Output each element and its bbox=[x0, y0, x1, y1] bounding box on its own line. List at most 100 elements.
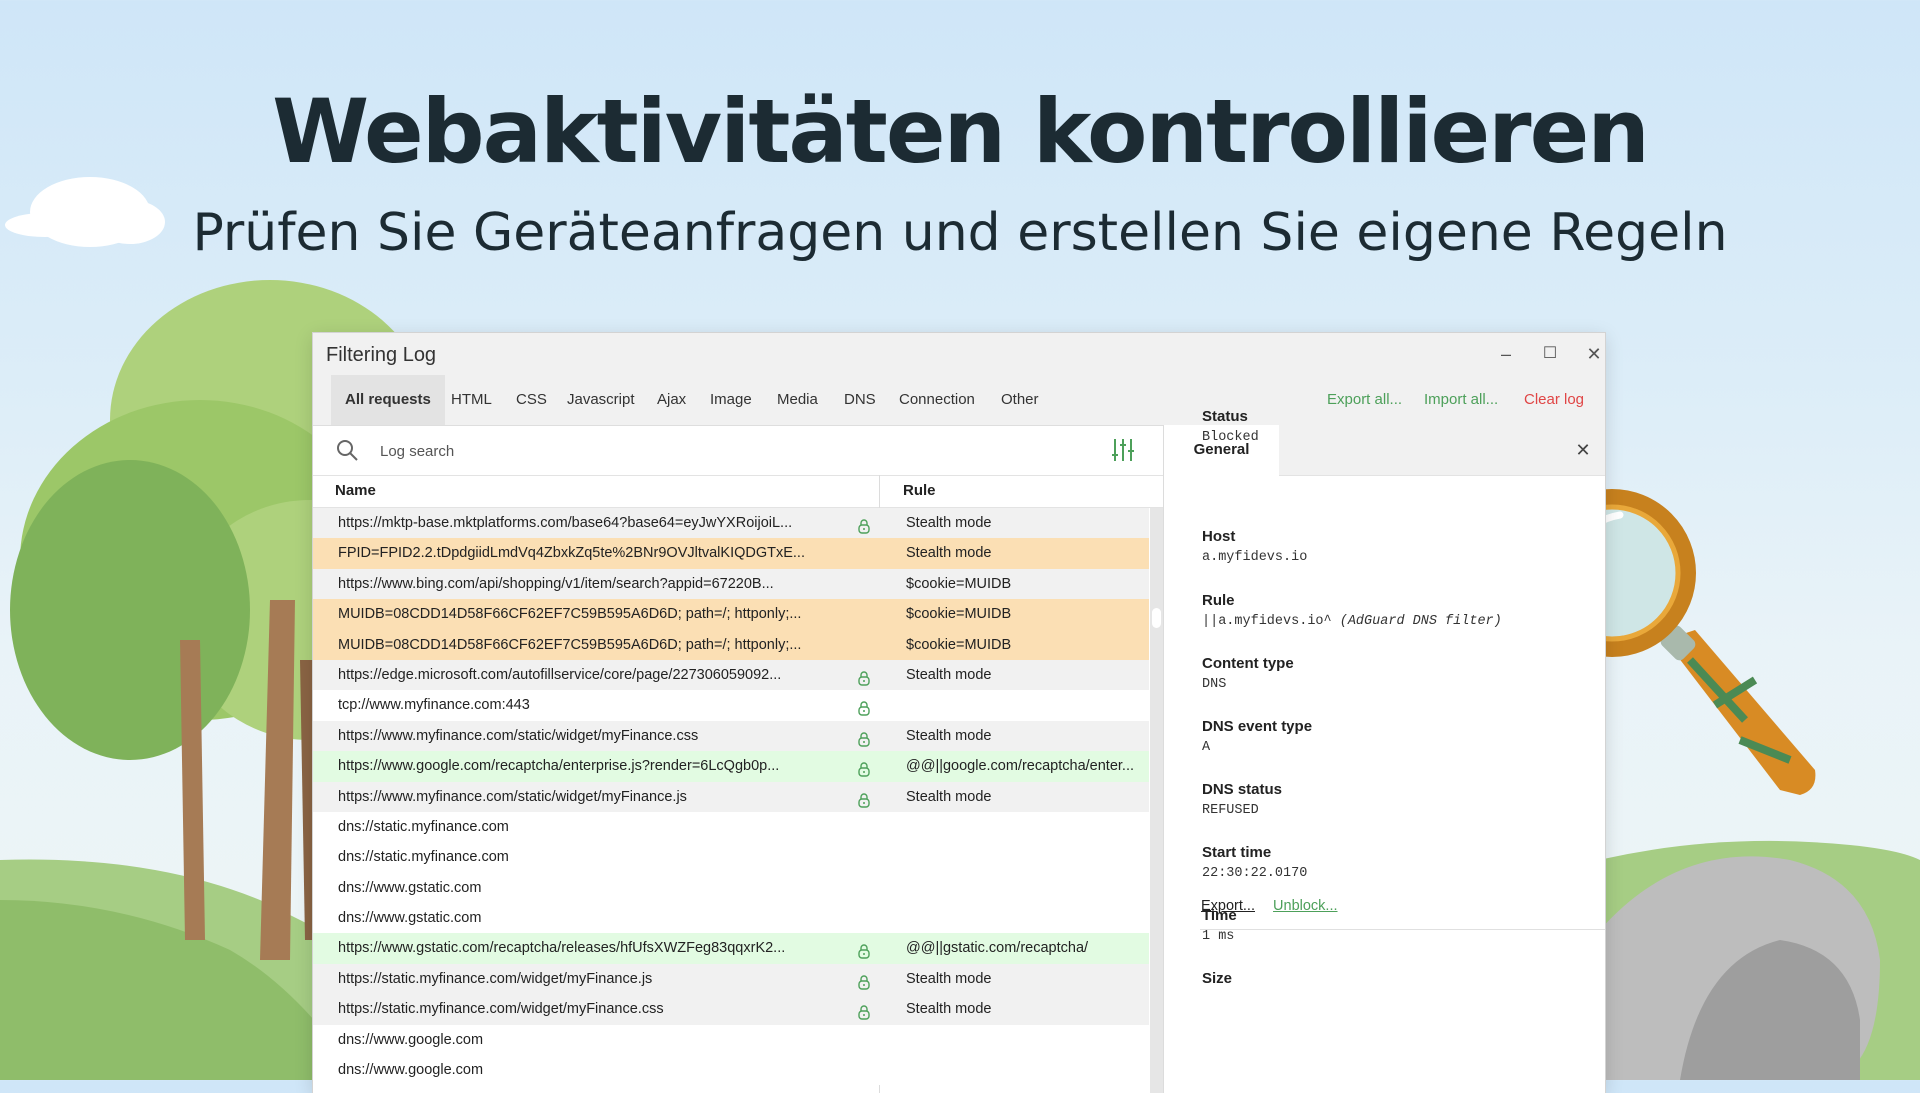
table-row[interactable]: https://static.myfinance.com/widget/myFi… bbox=[313, 994, 1149, 1025]
dns-status-field: DNS status REFUSED bbox=[1202, 781, 1282, 818]
request-rule: Stealth mode bbox=[906, 788, 992, 805]
lock-icon bbox=[856, 1001, 872, 1020]
lock-icon bbox=[856, 667, 872, 686]
dns-status-label: DNS status bbox=[1202, 781, 1283, 798]
search-input[interactable] bbox=[378, 437, 982, 465]
tab-html[interactable]: HTML bbox=[451, 375, 492, 425]
table-row[interactable]: https://www.gstatic.com/recaptcha/releas… bbox=[313, 933, 1149, 964]
table-row[interactable]: dns://static.myfinance.com bbox=[313, 842, 1149, 873]
request-url: dns://www.gstatic.com bbox=[338, 910, 482, 927]
table-row[interactable]: MUIDB=08CDD14D58F66CF62EF7C59B595A6D6D; … bbox=[313, 599, 1149, 630]
host-label: Host bbox=[1202, 528, 1236, 545]
request-rule: Stealth mode bbox=[906, 666, 992, 683]
tab-other[interactable]: Other bbox=[1001, 375, 1039, 425]
tab-image[interactable]: Image bbox=[710, 375, 752, 425]
request-url: https://www.myfinance.com/static/widget/… bbox=[338, 727, 699, 744]
maximize-button[interactable]: ☐ bbox=[1535, 339, 1565, 369]
dns-status-value: REFUSED bbox=[1202, 803, 1259, 818]
table-row[interactable]: MUIDB=08CDD14D58F66CF62EF7C59B595A6D6D; … bbox=[313, 629, 1149, 660]
table-row[interactable]: https://www.google.com/recaptcha/enterpr… bbox=[313, 751, 1149, 782]
start-time-field: Start time 22:30:22.0170 bbox=[1202, 844, 1307, 881]
request-rule: Stealth mode bbox=[906, 727, 992, 744]
scrollbar-thumb[interactable] bbox=[1152, 608, 1161, 628]
table-row[interactable]: dns://www.google.com bbox=[313, 1055, 1149, 1086]
start-time-value: 22:30:22.0170 bbox=[1202, 866, 1308, 881]
request-url: https://mktp-base.mktplatforms.com/base6… bbox=[338, 515, 793, 531]
request-url: dns://static.myfinance.com bbox=[338, 818, 509, 835]
status-value: Blocked bbox=[1202, 430, 1259, 445]
request-url: MUIDB=08CDD14D58F66CF62EF7C59B595A6D6D; … bbox=[338, 636, 802, 653]
table-row[interactable]: dns://static.myfinance.com bbox=[313, 811, 1149, 843]
close-button[interactable]: ✕ bbox=[1579, 339, 1605, 369]
table-row[interactable]: https://mktp-base.mktplatforms.com/base6… bbox=[313, 508, 1149, 539]
request-rule: @@||google.com/recaptcha/enter... bbox=[906, 758, 1135, 775]
request-url: MUIDB=08CDD14D58F66CF62EF7C59B595A6D6D; … bbox=[338, 606, 802, 623]
search-icon bbox=[337, 440, 358, 461]
divider bbox=[1200, 929, 1605, 930]
request-url: dns://www.google.com bbox=[338, 1062, 484, 1079]
request-url: dns://static.myfinance.com bbox=[338, 849, 509, 866]
lock-icon bbox=[856, 789, 872, 808]
table-row[interactable]: https://www.myfinance.com/static/widget/… bbox=[313, 720, 1149, 752]
minimize-button[interactable]: – bbox=[1491, 339, 1521, 369]
dns-event-type-field: DNS event type A bbox=[1202, 718, 1312, 755]
tab-connection[interactable]: Connection bbox=[899, 375, 975, 425]
content-type-field: Content type DNS bbox=[1202, 655, 1294, 692]
status-label: Status bbox=[1202, 408, 1248, 425]
request-url: https://static.myfinance.com/widget/myFi… bbox=[338, 1001, 664, 1018]
dns-event-type-label: DNS event type bbox=[1202, 718, 1313, 735]
tab-media[interactable]: Media bbox=[777, 375, 818, 425]
table-row[interactable]: dns://www.gstatic.com bbox=[313, 872, 1149, 904]
request-url: dns://www.google.com bbox=[338, 1031, 484, 1048]
tab-dns[interactable]: DNS bbox=[844, 375, 876, 425]
tab-ajax[interactable]: Ajax bbox=[657, 375, 686, 425]
tab-all-requests[interactable]: All requests bbox=[331, 375, 445, 425]
time-field: Time 1 ms bbox=[1202, 907, 1237, 944]
request-rule: Stealth mode bbox=[906, 970, 992, 987]
table-header: Name Rule bbox=[313, 475, 1163, 508]
lock-icon bbox=[856, 971, 872, 990]
host-field: Host a.myfidevs.io bbox=[1202, 528, 1307, 565]
table-row[interactable]: dns://www.google.com bbox=[313, 1024, 1149, 1056]
content-type-label: Content type bbox=[1202, 655, 1294, 672]
request-rule: $cookie=MUIDB bbox=[906, 575, 1012, 592]
table-row[interactable]: https://www.myfinance.com/static/widget/… bbox=[313, 781, 1149, 812]
clear-log-button[interactable]: Clear log bbox=[1524, 375, 1584, 425]
request-url: https://www.bing.com/api/shopping/v1/ite… bbox=[338, 575, 774, 592]
tab-javascript[interactable]: Javascript bbox=[567, 375, 635, 425]
request-rule: @@||gstatic.com/recaptcha/ bbox=[906, 940, 1089, 957]
table-row[interactable]: https://www.bing.com/api/shopping/v1/ite… bbox=[313, 568, 1149, 600]
close-details-button[interactable]: ✕ bbox=[1569, 436, 1597, 464]
table-row[interactable]: https://edge.microsoft.com/autofillservi… bbox=[313, 659, 1149, 691]
request-url: https://www.gstatic.com/recaptcha/releas… bbox=[338, 940, 786, 957]
start-time-label: Start time bbox=[1202, 844, 1272, 861]
unblock-link[interactable]: Unblock... bbox=[1273, 898, 1337, 914]
rule-filter-name: (AdGuard DNS filter) bbox=[1339, 614, 1502, 629]
window-title: Filtering Log bbox=[326, 344, 437, 366]
table-row[interactable]: FPID=FPID2.2.tDpdgiidLmdVq4ZbxkZq5te%2BN… bbox=[313, 538, 1149, 569]
table-row[interactable]: dns://www.gstatic.com bbox=[313, 903, 1149, 934]
scrollbar[interactable] bbox=[1150, 508, 1163, 1093]
request-url: https://www.myfinance.com/static/widget/… bbox=[338, 788, 687, 805]
lock-icon bbox=[856, 758, 872, 777]
column-header-rule[interactable]: Rule bbox=[903, 482, 936, 499]
table-row[interactable]: https://static.myfinance.com/widget/myFi… bbox=[313, 963, 1149, 995]
filtering-log-window: Filtering Log – ☐ ✕ All requests HTML CS… bbox=[313, 333, 1605, 1093]
rule-value: ||a.myfidevs.io^ (AdGuard DNS filter) bbox=[1202, 614, 1502, 629]
table-row[interactable]: tcp://www.myfinance.com:443 bbox=[313, 690, 1149, 721]
column-header-name[interactable]: Name bbox=[335, 482, 376, 499]
request-url: tcp://www.myfinance.com:443 bbox=[338, 697, 530, 714]
filter-settings-icon[interactable] bbox=[1109, 436, 1137, 464]
size-label: Size bbox=[1202, 970, 1233, 987]
import-all-button[interactable]: Import all... bbox=[1424, 375, 1498, 425]
request-list-pane: Name Rule https://mktp-base.mktplatforms… bbox=[313, 425, 1163, 1093]
lock-icon bbox=[856, 515, 872, 534]
request-rows: https://mktp-base.mktplatforms.com/base6… bbox=[313, 508, 1149, 1086]
request-url: https://www.google.com/recaptcha/enterpr… bbox=[338, 758, 780, 775]
content-type-value: DNS bbox=[1202, 677, 1227, 692]
lock-icon bbox=[856, 940, 872, 960]
rule-text: ||a.myfidevs.io^ bbox=[1202, 614, 1332, 629]
time-label: Time bbox=[1202, 907, 1237, 924]
tab-css[interactable]: CSS bbox=[516, 375, 547, 425]
export-all-button[interactable]: Export all... bbox=[1327, 375, 1402, 425]
